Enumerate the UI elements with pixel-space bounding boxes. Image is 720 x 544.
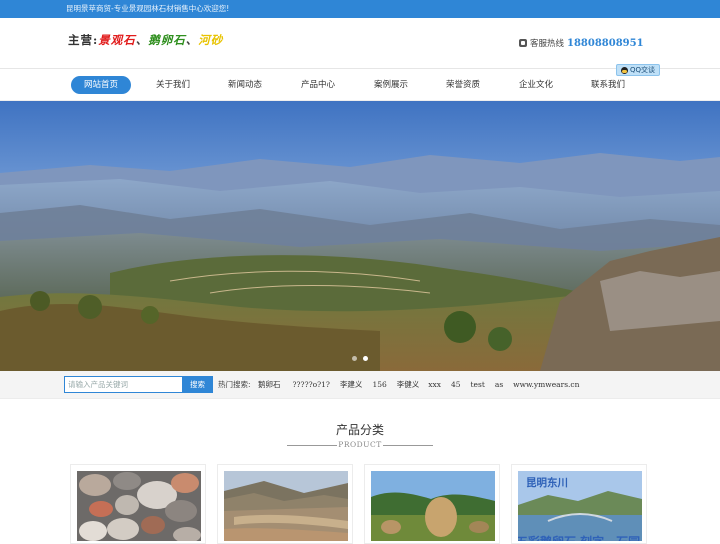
main-nav: 网站首页 关于我们 新闻动态 产品中心 案例展示 荣誉资质 企业文化 联系我们: [0, 69, 720, 101]
hotline-label: 客服热线: [530, 39, 565, 49]
welcome-text: 昆明景苹商贸-专业景观园林石材销售中心欢迎您!: [66, 4, 230, 13]
product-thumb-landscape-stone: [371, 471, 495, 541]
product-card[interactable]: [70, 464, 206, 544]
hot-word[interactable]: xxx: [428, 371, 441, 399]
nav-item-news[interactable]: 新闻动态: [228, 76, 262, 94]
logo[interactable]: 主营:景观石、鹅卵石、河砂: [68, 32, 223, 48]
nav-item-honors[interactable]: 荣誉资质: [446, 76, 480, 94]
nav-item-contact[interactable]: 联系我们: [591, 76, 625, 94]
product-section-title: 产品分类: [335, 423, 384, 437]
hot-word[interactable]: 李健义: [397, 371, 420, 399]
divider: [287, 444, 338, 446]
product-section-subtitle: PRODUCT: [0, 440, 720, 449]
hot-word[interactable]: 鹅卵石: [258, 371, 281, 399]
nav-item-products[interactable]: 产品中心: [301, 76, 335, 94]
hot-word[interactable]: www.ymwears.cn: [513, 371, 579, 399]
logo-item-river-sand: 河砂: [198, 33, 224, 47]
product-thumb-dongchuan: 昆明东川 五彩鹅卵石 刻字、石园: [518, 471, 642, 541]
logo-item-landscape-stone: 景观石: [98, 33, 136, 47]
hot-word[interactable]: 45: [451, 371, 461, 399]
nav-item-home[interactable]: 网站首页: [70, 76, 132, 94]
hot-search-words: 鹅卵石 ?????o?1? 李建义 156 李健义 xxx 45 test as…: [258, 371, 579, 399]
hot-word[interactable]: ?????o?1?: [293, 371, 330, 399]
banner-slider[interactable]: [0, 101, 720, 371]
slider-dot[interactable]: [352, 356, 357, 361]
logo-separator: 、: [185, 33, 199, 47]
logo-item-pebble: 鹅卵石: [148, 33, 186, 47]
hot-word[interactable]: test: [471, 371, 485, 399]
topbar: 昆明景苹商贸-专业景观园林石材销售中心欢迎您!: [0, 0, 720, 18]
product-card[interactable]: [364, 464, 500, 544]
product-thumb-pebbles: [77, 471, 201, 541]
nav-item-cases[interactable]: 案例展示: [374, 76, 408, 94]
search-input[interactable]: [64, 376, 183, 393]
divider: [382, 444, 433, 446]
nav-item-about[interactable]: 关于我们: [156, 76, 190, 94]
product-subtitle-text: PRODUCT: [338, 440, 382, 449]
slider-dots: [0, 356, 720, 361]
search-button[interactable]: 搜索: [182, 376, 213, 393]
phone-icon: [519, 39, 527, 47]
hotline: 客服热线 18808808951: [519, 37, 644, 49]
slider-dot-active[interactable]: [363, 356, 368, 361]
hot-search-label: 热门搜索:: [218, 380, 251, 389]
hotline-number[interactable]: 18808808951: [567, 38, 644, 49]
product-card[interactable]: [217, 464, 353, 544]
product-thumb-caption: 昆明东川: [526, 477, 568, 489]
search-bar: 搜索 热门搜索: 鹅卵石 ?????o?1? 李建义 156 李健义 xxx 4…: [0, 371, 720, 399]
product-card[interactable]: 昆明东川 五彩鹅卵石 刻字、石园: [511, 464, 647, 544]
header: 主营:景观石、鹅卵石、河砂 客服热线 18808808951 QQ交谈: [0, 18, 720, 76]
hot-word[interactable]: as: [495, 371, 503, 399]
product-cards: 昆明东川 五彩鹅卵石 刻字、石园: [0, 464, 720, 544]
logo-lead: 主营:: [68, 33, 99, 47]
banner-landscape-image: [0, 101, 720, 371]
product-thumb-river: [224, 471, 348, 541]
hot-word[interactable]: 156: [372, 371, 386, 399]
logo-separator: 、: [135, 33, 149, 47]
nav-item-culture[interactable]: 企业文化: [519, 76, 553, 94]
hot-word[interactable]: 李建义: [340, 371, 363, 399]
